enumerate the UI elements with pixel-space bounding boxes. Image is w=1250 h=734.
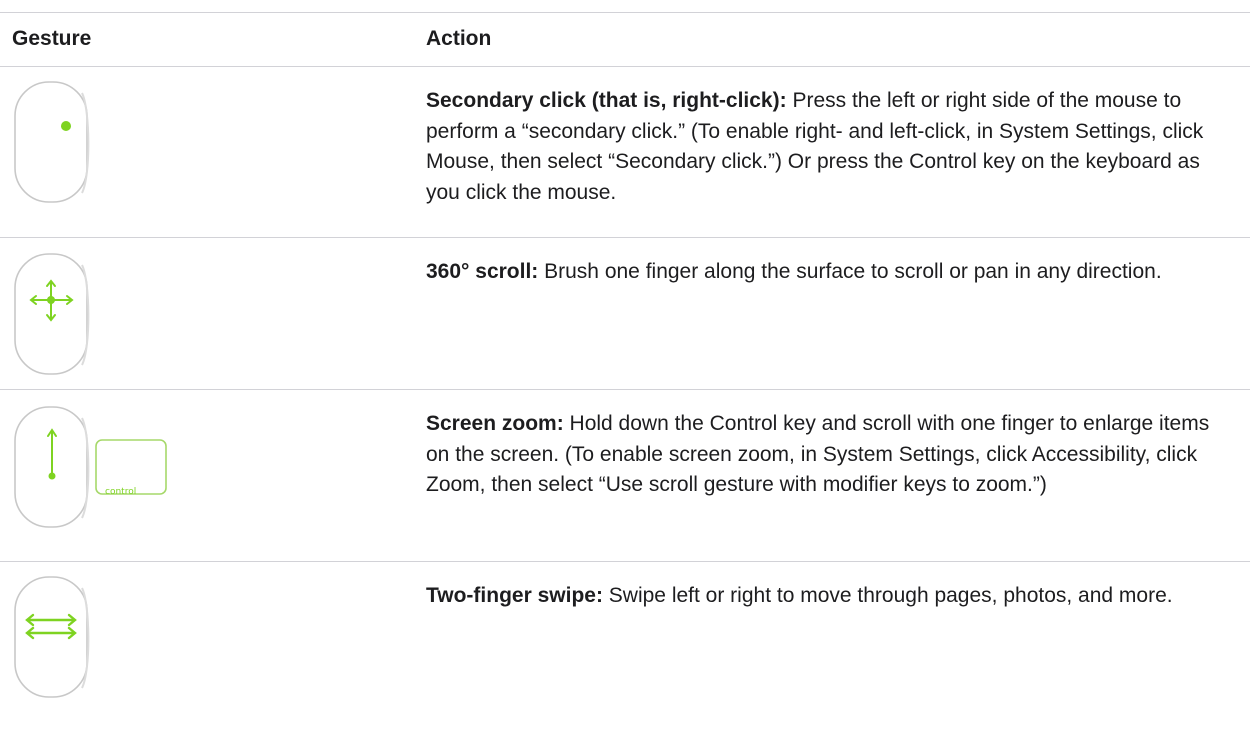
column-header-gesture: Gesture: [12, 27, 92, 50]
action-cell: 360° scroll: Brush one finger along the …: [426, 257, 1226, 288]
action-cell: Secondary click (that is, right-click): …: [426, 86, 1226, 208]
gesture-description: Brush one finger along the surface to sc…: [538, 260, 1162, 283]
gesture-description: Swipe left or right to move through page…: [602, 584, 1173, 607]
table-row-two-finger-swipe: Two-finger swipe: Swipe left or right to…: [0, 562, 1250, 709]
mouse-secondary-click-icon: [12, 79, 172, 239]
table-row-screen-zoom: control Screen zoom: Hold down the Contr…: [0, 390, 1250, 561]
gesture-term: Secondary click (that is, right-click):: [426, 89, 787, 112]
action-cell: Screen zoom: Hold down the Control key a…: [426, 409, 1226, 501]
mouse-360-scroll-icon: [12, 251, 172, 411]
table-row-360-scroll: 360° scroll: Brush one finger along the …: [0, 238, 1250, 389]
mouse-two-finger-swipe-icon: [12, 574, 172, 734]
table-row-secondary-click: Secondary click (that is, right-click): …: [0, 67, 1250, 237]
mouse-screen-zoom-icon: control: [12, 404, 172, 564]
action-cell: Two-finger swipe: Swipe left or right to…: [426, 581, 1226, 612]
gesture-term: Screen zoom:: [426, 412, 564, 435]
control-key-icon: control: [105, 487, 137, 497]
gesture-term: 360° scroll:: [426, 260, 539, 283]
column-header-action: Action: [426, 27, 492, 50]
gesture-term: Two-finger swipe:: [426, 584, 603, 607]
table-top-rule: [0, 12, 1250, 13]
